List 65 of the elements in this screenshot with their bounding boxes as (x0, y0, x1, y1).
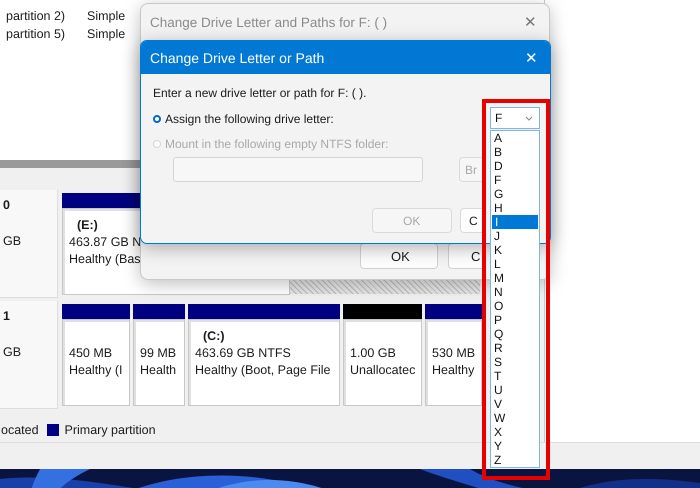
letter-option[interactable]: W (491, 411, 539, 425)
letter-option[interactable]: V (491, 397, 539, 411)
partition-size: 530 MB (432, 345, 476, 362)
letter-option[interactable]: D (491, 159, 539, 173)
disk-number: 1 (3, 309, 11, 323)
cancel-button[interactable]: C (448, 243, 483, 269)
disk-number: 0 (3, 198, 11, 212)
letter-option[interactable]: J (491, 229, 539, 243)
letter-option[interactable]: Z (491, 453, 539, 467)
letter-option[interactable]: L (491, 257, 539, 271)
letter-option[interactable]: U (491, 383, 539, 397)
partition-body[interactable]: 450 MB Healthy (I (62, 319, 130, 406)
partition-body[interactable]: 530 MB Healthy (425, 319, 482, 406)
dialog-title: Change Drive Letter and Paths for F: ( ) (150, 14, 388, 30)
volume-layout: partition 2) (6, 9, 66, 23)
letter-option[interactable]: A (491, 131, 539, 145)
letter-option[interactable]: P (491, 313, 539, 327)
letter-option[interactable]: Q (491, 327, 539, 341)
letter-option[interactable]: X (491, 425, 539, 439)
partition-size: 450 MB (69, 345, 114, 362)
close-button[interactable]: ✕ (524, 13, 537, 31)
disk-size: GB (3, 234, 22, 248)
close-button[interactable]: ✕ (525, 48, 538, 66)
chevron-icon (525, 116, 533, 120)
letter-option[interactable]: H (491, 201, 539, 215)
letter-option[interactable]: M (491, 271, 539, 285)
partition-name: (C:) (202, 328, 226, 345)
dialog-title: Change Drive Letter or Path (150, 50, 324, 66)
partition-size: 463.69 GB NTFS (195, 345, 292, 362)
partition-status: Healthy (Boot, Page File (195, 362, 332, 379)
letter-option[interactable]: O (491, 299, 539, 313)
radio-label[interactable]: Assign the following drive letter: (165, 112, 334, 126)
partition-status: Healthy (432, 362, 476, 379)
partition-status: Unallocatec (350, 362, 416, 379)
instruction-text: Enter a new drive letter or path for F: ( ). (153, 86, 368, 102)
letter-option[interactable]: G (491, 187, 539, 201)
ok-button[interactable]: OK (360, 243, 438, 269)
letter-option[interactable]: R (491, 341, 539, 355)
volume-type: Simple (87, 9, 126, 23)
folder-field[interactable] (173, 157, 423, 182)
partition-size: 99 MB (140, 345, 178, 362)
partition-body[interactable]: (C:) 463.69 GB NTFS Healthy (Boot, Page File (188, 319, 340, 406)
radio-button[interactable] (153, 115, 161, 123)
cancel-button[interactable]: C (460, 208, 484, 233)
letter-option[interactable]: T (491, 369, 539, 383)
legend-label: Primary partition (64, 422, 156, 436)
partition-status: Healthy (Bas (69, 251, 142, 268)
partition-body[interactable]: 99 MB Health (133, 319, 185, 406)
partition-body[interactable]: 1.00 GB Unallocatec (343, 319, 422, 406)
drive-letter-dropdown[interactable]: F (490, 107, 540, 129)
partition-size: 1.00 GB (350, 345, 397, 362)
letter-option[interactable]: B (491, 145, 539, 159)
volume-layout: partition 5) (6, 27, 66, 41)
partition-status: Health (140, 362, 178, 379)
letter-option[interactable]: S (491, 355, 539, 369)
legend-label: ocated (1, 422, 39, 436)
partition-name: (E:) (76, 217, 99, 234)
disk-size: GB (3, 345, 22, 359)
letter-option[interactable]: I (492, 215, 538, 229)
letter-option[interactable]: N (491, 285, 539, 299)
volume-type: Simple (87, 27, 126, 41)
letter-option[interactable]: K (491, 243, 539, 257)
partition-status: Healthy (I (69, 362, 124, 379)
letter-option[interactable]: Y (491, 439, 539, 453)
letter-option[interactable]: F (491, 173, 539, 187)
